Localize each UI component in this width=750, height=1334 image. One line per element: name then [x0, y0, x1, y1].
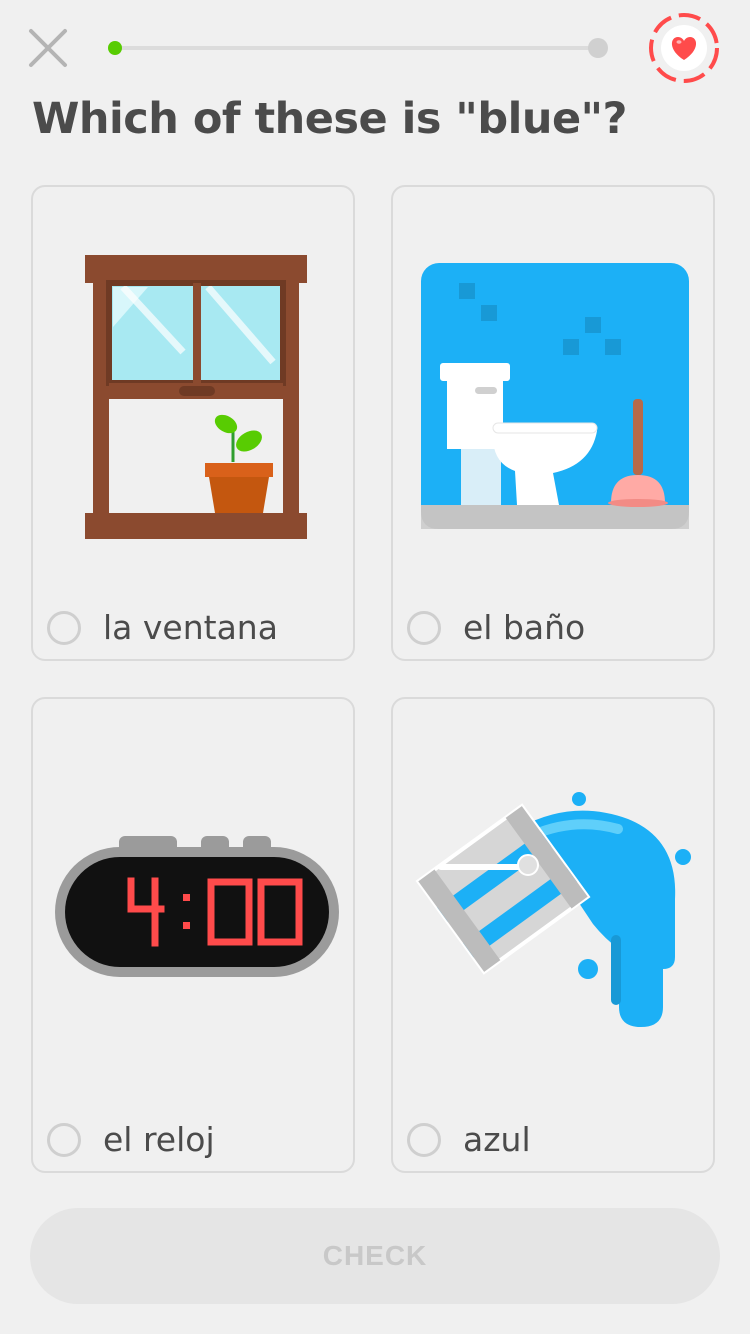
radio-button[interactable]: [407, 611, 441, 645]
hearts-button[interactable]: [646, 10, 722, 86]
progress-fill: [108, 41, 122, 55]
top-bar: [0, 0, 750, 100]
check-button[interactable]: CHECK: [30, 1208, 720, 1304]
window-plant-illustration: [85, 255, 307, 539]
option-label: el baño: [463, 608, 586, 647]
close-icon: [29, 29, 67, 67]
progress-end-marker: [588, 38, 608, 58]
question-prompt: Which of these is "blue"?: [32, 94, 627, 144]
heart-icon: [649, 13, 719, 83]
option-card-la-ventana[interactable]: la ventana: [31, 185, 355, 661]
alarm-clock-illustration: [55, 836, 339, 977]
radio-button[interactable]: [407, 1123, 441, 1157]
option-card-el-reloj[interactable]: el reloj: [31, 697, 355, 1173]
option-label: la ventana: [103, 608, 278, 647]
option-label: azul: [463, 1120, 531, 1159]
option-card-el-bano[interactable]: el baño: [391, 185, 715, 661]
option-label: el reloj: [103, 1120, 215, 1159]
radio-button[interactable]: [47, 611, 81, 645]
option-card-azul[interactable]: azul: [391, 697, 715, 1173]
radio-button[interactable]: [47, 1123, 81, 1157]
progress-track: [114, 46, 602, 50]
bathroom-toilet-illustration: [421, 263, 689, 529]
lesson-progress-bar: [108, 38, 608, 58]
close-button[interactable]: [26, 26, 70, 70]
paint-bucket-spill-illustration: [415, 792, 691, 1027]
